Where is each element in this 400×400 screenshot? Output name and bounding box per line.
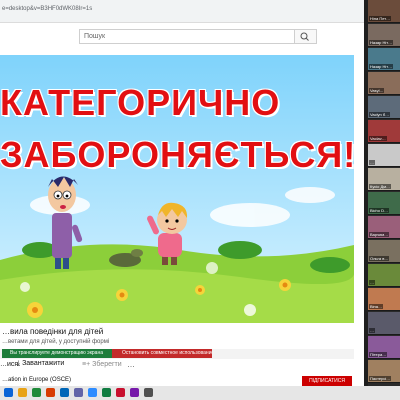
participant-tile[interactable]: … [368, 264, 400, 287]
video-title: …вила поведінки для дітей [2, 327, 104, 336]
participant-tile[interactable]: Vasyl… [368, 72, 400, 95]
participant-name: Vaclyn б… [369, 112, 391, 117]
windows-taskbar [0, 386, 400, 400]
participants-panel: Ніна Пет… Назар Ніт… Назар Ніт… Vasyl… Vacly… [368, 0, 400, 386]
taskbar-app-icon[interactable] [130, 388, 139, 397]
video-description: …ветами для дітей, у доступній формі [2, 339, 110, 345]
like-button[interactable]: …ися [0, 361, 18, 368]
participant-tile[interactable]: Варчим… [368, 216, 400, 239]
video-player[interactable]: КАТЕГОРИЧНО ЗАБОРОНЯЄТЬСЯ!!! [0, 55, 354, 323]
participant-tile[interactable]: Кусіо Дм… [368, 168, 400, 191]
participant-name: Пастерсі… [369, 376, 392, 381]
participant-name: … [369, 160, 375, 165]
participant-tile[interactable]: Пітера… [368, 336, 400, 359]
participant-name: Vasyl… [369, 88, 385, 93]
video-heading-line1: КАТЕГОРИЧНО [0, 82, 281, 123]
participant-tile[interactable]: Назар Ніт… [368, 24, 400, 47]
participant-name: Віна… [369, 304, 383, 309]
taskbar-app-icon[interactable] [88, 388, 97, 397]
url-text[interactable]: e=desktop&v=B3HF0dWK08Ir=1s [2, 6, 92, 12]
taskbar-app-icon[interactable] [46, 388, 55, 397]
participant-name: Назар Ніт… [369, 64, 394, 69]
participant-tile[interactable]: Ольга в… [368, 240, 400, 263]
stop-share-button[interactable]: Остановить совместное использование [112, 349, 212, 358]
taskbar-app-icon[interactable] [102, 388, 111, 397]
download-icon: ⤓ [17, 360, 21, 367]
participant-tile[interactable]: … [368, 312, 400, 335]
save-label: Зберегти [92, 361, 122, 368]
browser-window: e=desktop&v=B3HF0dWK08Ir=1s Пошук КАТЕГО… [0, 0, 364, 386]
address-bar[interactable]: e=desktop&v=B3HF0dWK08Ir=1s [0, 0, 364, 23]
taskbar-app-icon[interactable] [60, 388, 69, 397]
participant-name: Пітера… [369, 352, 388, 357]
save-button[interactable]: ≡+ Зберегти [82, 361, 122, 368]
taskbar-app-icon[interactable] [4, 388, 13, 397]
participant-name: Кусіо Дм… [369, 184, 391, 189]
participant-tile[interactable]: Пастерсі… [368, 360, 400, 383]
participant-name: … [369, 280, 375, 285]
channel-name[interactable]: …ation in Europe (OSCE) [2, 377, 71, 383]
participant-name: Назар Ніт… [369, 40, 394, 45]
participant-tile[interactable]: Bicho D… [368, 192, 400, 215]
search-input[interactable]: Пошук [79, 29, 295, 44]
search-icon [300, 32, 309, 41]
download-button[interactable]: ⤓ Завантажити [17, 360, 64, 368]
taskbar-app-icon[interactable] [144, 388, 153, 397]
participant-name: Vaclav… [369, 136, 387, 141]
video-heading-line2: ЗАБОРОНЯЄТЬСЯ!!! [0, 134, 354, 175]
participant-name: … [369, 328, 375, 333]
save-icon: ≡+ [82, 361, 91, 368]
participant-tile[interactable]: Vaclav… [368, 120, 400, 143]
participant-name: Варчим… [369, 232, 390, 237]
search-button[interactable] [295, 29, 317, 44]
taskbar-app-icon[interactable] [74, 388, 83, 397]
search-placeholder: Пошук [84, 33, 106, 40]
participant-tile[interactable]: Назар Ніт… [368, 48, 400, 71]
taskbar-app-icon[interactable] [18, 388, 27, 397]
more-options-button[interactable]: … [127, 360, 135, 369]
download-label: Завантажити [22, 360, 65, 367]
participant-tile[interactable]: … [368, 144, 400, 167]
screen-share-notice: Вы транслируете демонстрацию экрана [2, 349, 112, 358]
taskbar-app-icon[interactable] [32, 388, 41, 397]
participant-name: Ніна Пет… [369, 16, 392, 21]
participant-name: Bicho D… [369, 208, 390, 213]
participant-tile[interactable]: Ніна Пет… [368, 0, 400, 23]
subscribe-button[interactable]: ПІДПИСАТИСЯ [302, 376, 352, 386]
participant-name: Ольга в… [369, 256, 390, 261]
taskbar-app-icon[interactable] [116, 388, 125, 397]
participant-tile[interactable]: Vaclyn б… [368, 96, 400, 119]
participant-tile[interactable]: Віна… [368, 288, 400, 311]
